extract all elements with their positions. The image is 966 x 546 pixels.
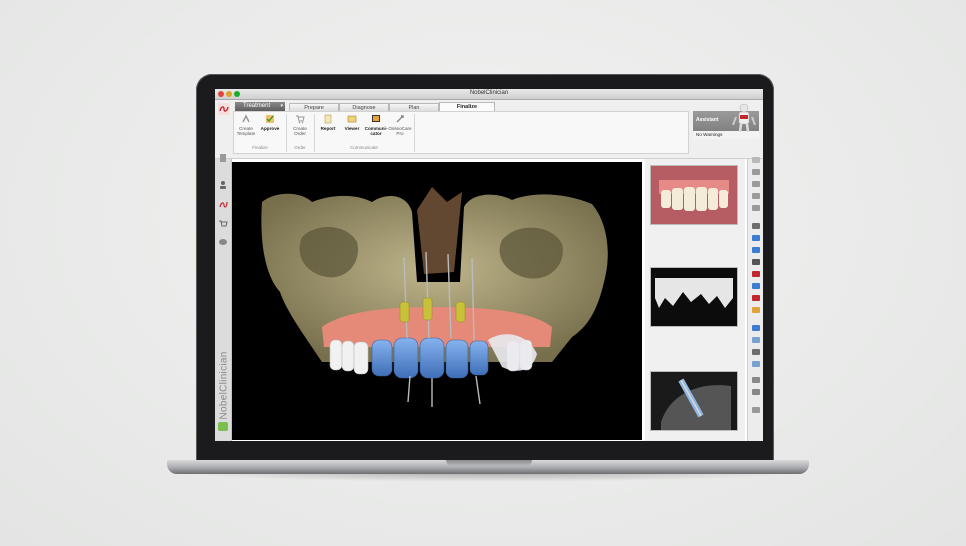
ribbon: Treatment ▾ Prepare Diagnose Plan Finali… [215, 100, 763, 159]
communicator-button[interactable]: Communi-cator [364, 114, 388, 136]
redo-icon[interactable] [752, 247, 760, 253]
assistant-panel[interactable]: Assistant No Warnings [693, 103, 759, 139]
window-title: NobelClinician [469, 90, 509, 96]
osseocare-icon [396, 115, 404, 123]
report-button[interactable]: Report [316, 114, 340, 131]
viewer-button[interactable]: Viewer [340, 114, 364, 131]
implant-plan-icon[interactable] [218, 199, 228, 209]
tool-label: Report [320, 126, 336, 131]
thumbnail-ct-slice[interactable] [650, 371, 738, 431]
app-logo-icon[interactable] [218, 103, 230, 115]
pencil-tool-icon[interactable] [752, 377, 760, 383]
color-tool-icon[interactable] [752, 259, 760, 265]
patient-record-icon[interactable] [218, 153, 228, 163]
thumbnail-image [651, 268, 737, 326]
app-window: NobelClinician Treatment ▾ Prepare Diagn… [215, 89, 763, 441]
crown-tool-icon[interactable] [752, 337, 760, 343]
group-divider [414, 114, 415, 152]
group-label-communicate: Communicate [350, 145, 378, 150]
tab-plan[interactable]: Plan [389, 103, 439, 111]
visibility-tool-icon[interactable] [752, 361, 760, 367]
template-icon [242, 114, 250, 123]
pan-tool-icon[interactable] [752, 181, 760, 187]
communicator-icon [372, 115, 380, 122]
zoom-tool-icon[interactable] [752, 193, 760, 199]
treatment-menu[interactable]: Treatment ▾ [235, 102, 285, 111]
thumbnail-scan-model[interactable] [650, 267, 738, 327]
tool-label: Create Template [236, 126, 256, 136]
viewer-icon [347, 115, 357, 123]
chevron-down-icon: ▾ [280, 103, 283, 109]
assistant-figure-icon [732, 103, 756, 133]
approve-icon [266, 115, 274, 123]
implant-tool-icon[interactable] [752, 271, 760, 277]
tool-label: Communi-cator [364, 126, 388, 136]
annotation-tool-icon[interactable] [752, 307, 760, 313]
left-sidebar: NobelClinician [215, 154, 232, 441]
create-template-button[interactable]: Create Template [234, 114, 258, 136]
cart-icon [296, 115, 305, 124]
thumbnail-image [651, 166, 737, 224]
rotate-tool-icon[interactable] [752, 169, 760, 175]
sphere-tool-icon[interactable] [752, 283, 760, 289]
chat-icon[interactable] [218, 237, 228, 247]
thumbnail-panel [645, 159, 745, 441]
select-tool-icon[interactable] [752, 157, 760, 163]
osseocare-button[interactable]: OsseoCare Pro [388, 114, 412, 136]
tool-label: Viewer [344, 126, 360, 131]
layout-tool-icon[interactable] [752, 325, 760, 331]
assistant-title: Assistant [696, 117, 719, 123]
3d-viewport[interactable] [232, 162, 642, 440]
slice-tool-icon[interactable] [752, 349, 760, 355]
zoom-fit-icon[interactable] [752, 205, 760, 211]
cut-tool-icon[interactable] [752, 389, 760, 395]
tool-label: Create Order [293, 126, 307, 136]
ribbon-panel: Create Template Approve Create Order Rep… [233, 111, 689, 154]
right-toolbar [747, 157, 763, 441]
settings-tool-icon[interactable] [752, 407, 760, 413]
measure-tool-icon[interactable] [752, 295, 760, 301]
user-icon[interactable] [218, 180, 228, 190]
group-label-order: Order [294, 145, 306, 150]
treatment-label: Treatment [243, 103, 271, 109]
approve-button[interactable]: Approve [258, 114, 282, 131]
group-label-finalize: Finalize [252, 145, 268, 150]
sidebar-brand: NobelClinician [218, 351, 230, 420]
tool-label: OsseoCare Pro [388, 126, 412, 136]
title-bar: NobelClinician [215, 89, 763, 100]
save-view-icon[interactable] [752, 223, 760, 229]
undo-icon[interactable] [752, 235, 760, 241]
cart-icon[interactable] [218, 219, 228, 229]
create-order-button[interactable]: Create Order [288, 114, 312, 136]
tab-finalize[interactable]: Finalize [439, 102, 495, 111]
thumbnail-intraoral-photo[interactable] [650, 165, 738, 225]
skull-3d-render [261, 187, 608, 407]
laptop-notch [446, 460, 532, 466]
tool-label: Approve [260, 126, 280, 131]
tab-prepare[interactable]: Prepare [289, 103, 339, 111]
power-button[interactable] [218, 422, 228, 431]
thumbnail-image [651, 372, 737, 430]
report-icon [324, 114, 332, 124]
tab-diagnose[interactable]: Diagnose [339, 103, 389, 111]
